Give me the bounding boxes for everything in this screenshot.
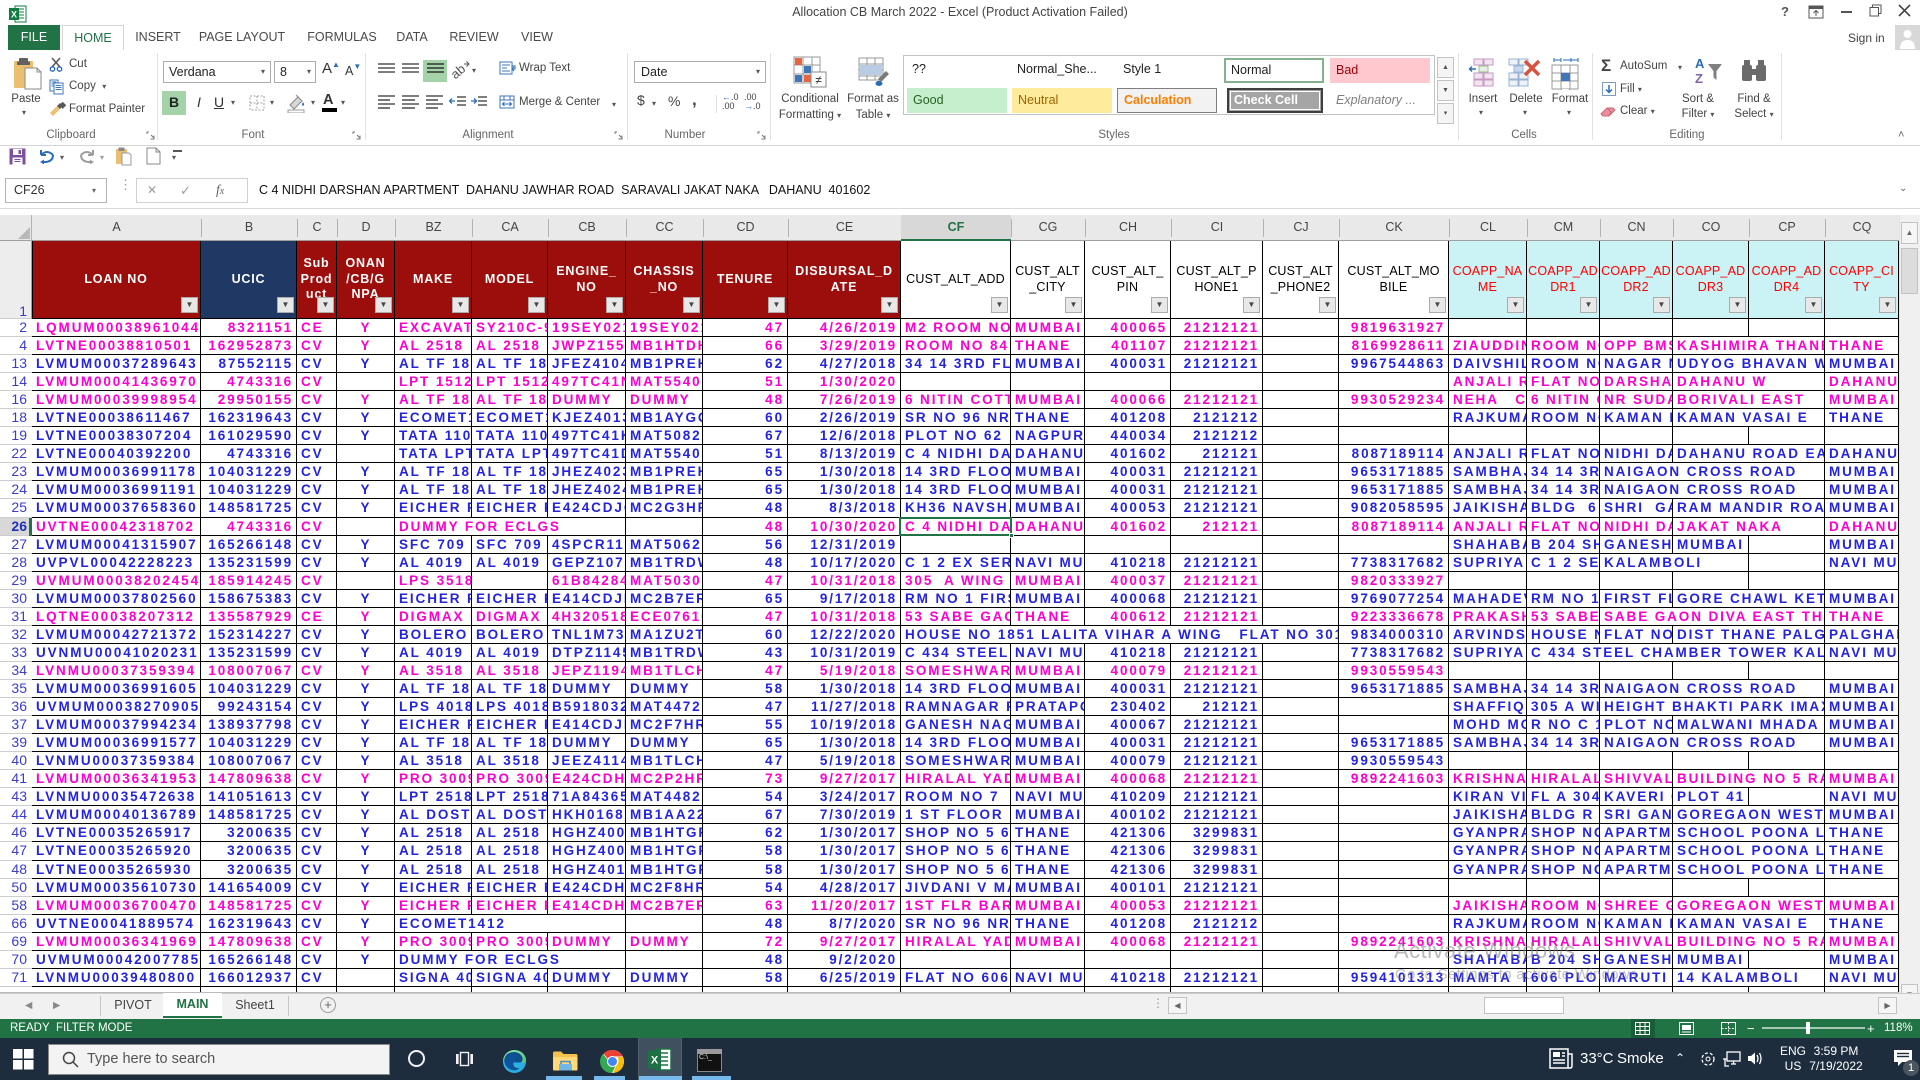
svg-text:Z: Z xyxy=(1695,71,1703,86)
svg-text:≠: ≠ xyxy=(815,73,822,87)
svg-text:A: A xyxy=(1695,56,1705,71)
svg-text:X: X xyxy=(651,1055,659,1067)
